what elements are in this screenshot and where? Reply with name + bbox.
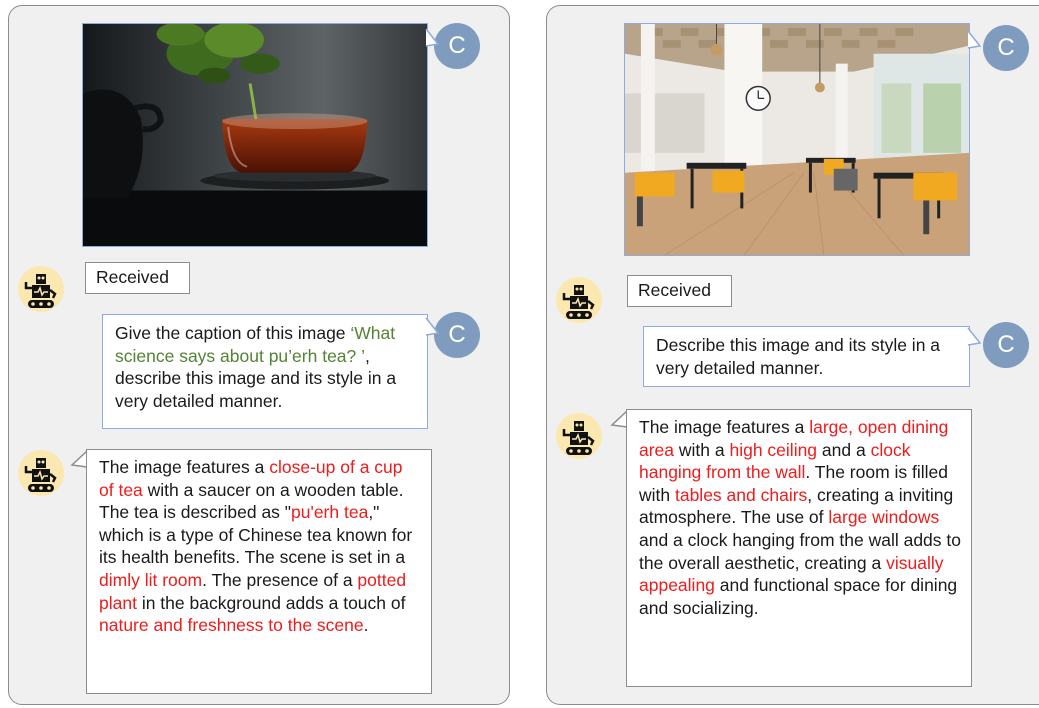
- user-avatar-icon: C: [983, 322, 1029, 368]
- bubble-tail: [967, 327, 982, 346]
- robot-icon: [556, 277, 602, 323]
- highlight: high ceiling: [729, 439, 818, 460]
- dining-room-photo: [624, 23, 970, 256]
- user-avatar-icon: C: [434, 23, 480, 69]
- bot-response: The image features a close-up of a cup o…: [86, 449, 432, 694]
- robot-icon: [18, 450, 64, 496]
- highlight: tables and chairs: [674, 484, 808, 505]
- user-prompt: Describe this image and its style in a v…: [643, 326, 970, 387]
- received-label: Received: [627, 275, 732, 307]
- bubble-tail: [425, 317, 440, 336]
- robot-icon: [18, 266, 64, 312]
- user-avatar-icon: C: [434, 312, 480, 358]
- bot-response: The image features a large, open dining …: [626, 409, 972, 687]
- bubble-tail: [425, 28, 440, 47]
- highlight: dimly lit room: [99, 569, 203, 590]
- user-avatar-icon: C: [983, 25, 1029, 71]
- highlight: nature and freshness to the scene: [99, 615, 364, 636]
- received-label: Received: [85, 262, 190, 294]
- user-prompt: Give the caption of this image ‘What sci…: [102, 314, 428, 429]
- highlight: large windows: [828, 507, 940, 528]
- robot-icon: [556, 413, 602, 459]
- tea-photo: [82, 23, 428, 247]
- bubble-tail: [967, 30, 982, 49]
- highlight: pu'erh tea: [291, 502, 369, 523]
